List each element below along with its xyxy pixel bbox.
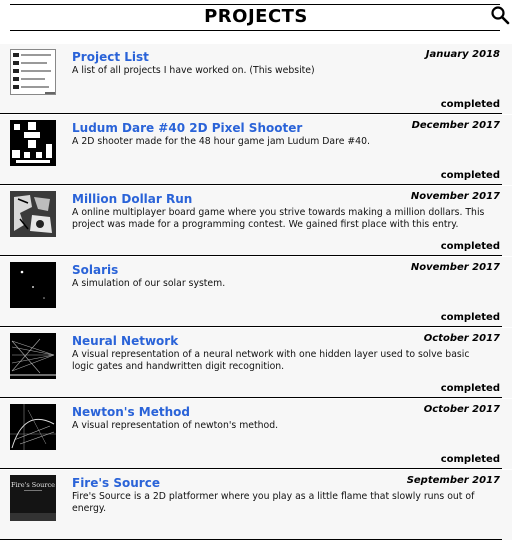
project-description: Fire's Source is a 2D platformer where y… <box>72 491 475 514</box>
project-thumbnail: Fire's Source <box>10 475 56 521</box>
search-icon[interactable] <box>490 5 510 25</box>
project-title[interactable]: Project List <box>72 50 149 64</box>
project-description: A online multiplayer board game where yo… <box>72 207 485 230</box>
project-description: A visual representation of a neural netw… <box>72 349 470 372</box>
project-title[interactable]: Million Dollar Run <box>72 192 192 206</box>
page-title: PROJECTS <box>204 6 308 27</box>
project-list: Project List January 2018 A list of all … <box>0 44 512 541</box>
header-rule-bottom <box>10 30 500 31</box>
project-thumbnail <box>10 404 56 450</box>
project-thumbnail <box>10 333 56 379</box>
thumbnail-caption: Fire's Source <box>11 481 55 489</box>
project-thumbnail <box>10 49 56 95</box>
header-rule-top <box>10 4 500 5</box>
project-date: November 2017 <box>410 262 500 273</box>
project-thumbnail <box>10 262 56 308</box>
project-item-solaris[interactable]: Solaris November 2017 A simulation of ou… <box>0 257 512 327</box>
project-item-million-dollar-run[interactable]: Million Dollar Run November 2017 A onlin… <box>0 186 512 256</box>
project-status: completed <box>440 170 500 181</box>
project-title[interactable]: Newton's Method <box>72 405 190 419</box>
page-header: PROJECTS <box>0 0 512 34</box>
project-item-neural-network[interactable]: Neural Network October 2017 A visual rep… <box>0 328 512 398</box>
project-date: October 2017 <box>423 333 500 344</box>
project-thumbnail <box>10 120 56 166</box>
project-item-ludum-dare[interactable]: Ludum Dare #40 2D Pixel Shooter December… <box>0 115 512 185</box>
project-title[interactable]: Neural Network <box>72 334 178 348</box>
project-status: completed <box>440 99 500 110</box>
project-description: A list of all projects I have worked on.… <box>72 65 315 76</box>
project-thumbnail <box>10 191 56 237</box>
project-date: November 2017 <box>410 191 500 202</box>
project-title[interactable]: Solaris <box>72 263 118 277</box>
project-item-project-list[interactable]: Project List January 2018 A list of all … <box>0 44 512 114</box>
project-description: A simulation of our solar system. <box>72 278 226 289</box>
project-title[interactable]: Fire's Source <box>72 476 160 490</box>
project-status: completed <box>440 241 500 252</box>
project-date: December 2017 <box>411 120 500 131</box>
project-status: completed <box>440 454 500 465</box>
project-description: A visual representation of newton's meth… <box>72 420 279 431</box>
project-title[interactable]: Ludum Dare #40 2D Pixel Shooter <box>72 121 302 135</box>
project-date: October 2017 <box>423 404 500 415</box>
project-item-newtons-method[interactable]: Newton's Method October 2017 A visual re… <box>0 399 512 469</box>
project-date: January 2018 <box>425 49 500 60</box>
project-description: A 2D shooter made for the 48 hour game j… <box>72 136 370 147</box>
project-status: completed <box>440 312 500 323</box>
project-item-fires-source[interactable]: Fire's Source Fire's Source September 20… <box>0 470 512 540</box>
project-status: completed <box>440 383 500 394</box>
project-date: September 2017 <box>406 475 500 486</box>
